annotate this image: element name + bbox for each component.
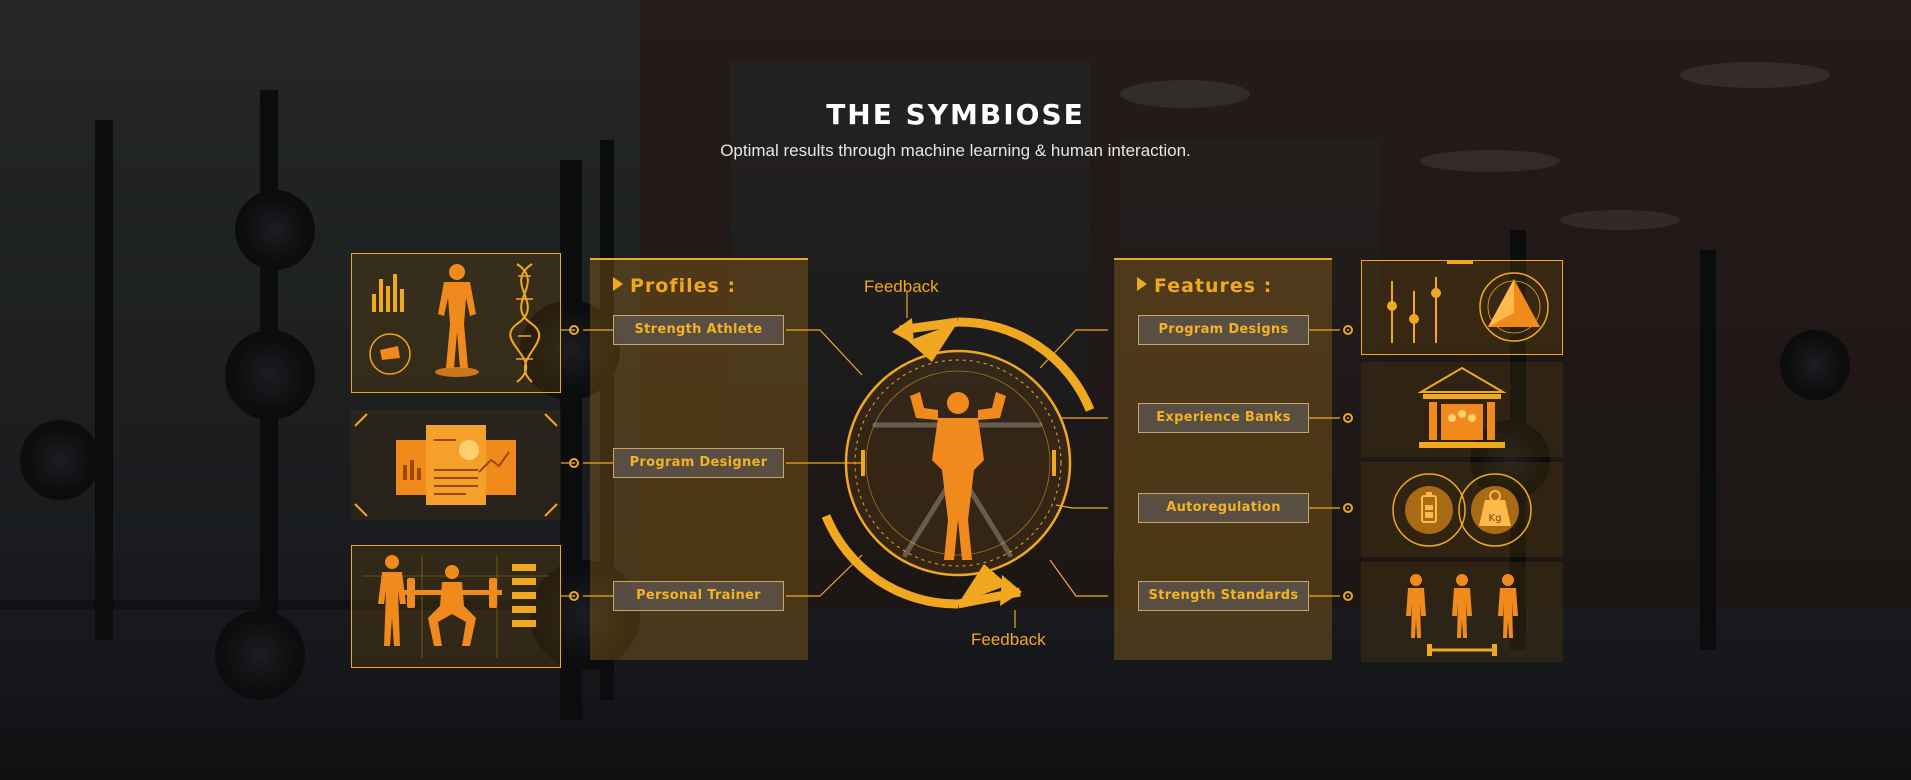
- feature-experience-banks[interactable]: Experience Banks: [1138, 403, 1309, 433]
- feature-autoregulation[interactable]: Autoregulation: [1138, 493, 1309, 523]
- connector-dot: [569, 458, 579, 468]
- feature-strength-standards[interactable]: Strength Standards: [1138, 581, 1309, 611]
- profile-program-designer[interactable]: Program Designer: [613, 448, 784, 478]
- connector-dot: [1343, 503, 1353, 513]
- connector-dot: [569, 325, 579, 335]
- feedback-label-top: Feedback: [864, 277, 939, 296]
- feature-program-designs[interactable]: Program Designs: [1138, 315, 1309, 345]
- symbiosis-loop-graphic: [561, 292, 1340, 628]
- connector-dot: [569, 591, 579, 601]
- profile-personal-trainer[interactable]: Personal Trainer: [613, 581, 784, 611]
- connector-dot: [1343, 325, 1353, 335]
- connector-dot: [1343, 591, 1353, 601]
- connector-dot: [1343, 413, 1353, 423]
- profile-strength-athlete[interactable]: Strength Athlete: [613, 315, 784, 345]
- feedback-label-bottom: Feedback: [971, 630, 1046, 649]
